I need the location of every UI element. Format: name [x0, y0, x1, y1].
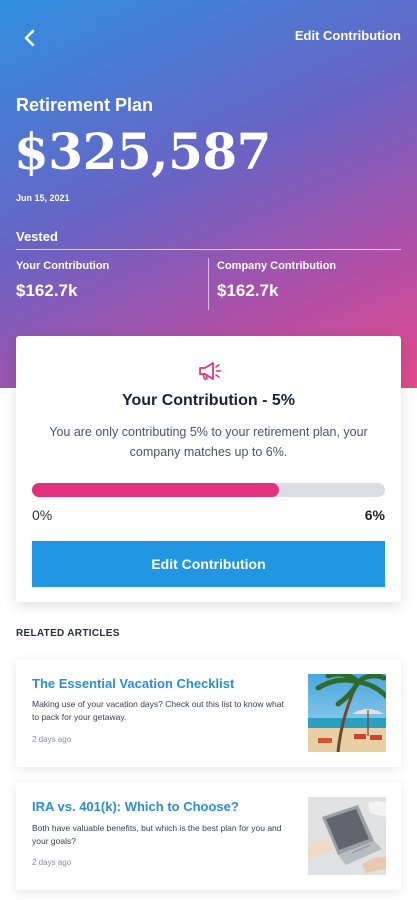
- hero-header: Edit Contribution Retirement Plan $325,5…: [0, 0, 417, 388]
- company-contribution-label: Company Contribution: [217, 260, 337, 272]
- contribution-description: You are only contributing 5% to your ret…: [49, 425, 368, 459]
- beach-image: [308, 674, 386, 752]
- article-description: Making use of your vacation days? Check …: [32, 699, 284, 722]
- back-button[interactable]: [14, 22, 46, 54]
- edit-contribution-link[interactable]: Edit Contribution: [295, 28, 401, 43]
- company-contribution-block: Company Contribution $162.7k: [217, 260, 336, 301]
- article-title[interactable]: IRA vs. 401(k): Which to Choose?: [32, 799, 292, 814]
- plan-title: Retirement Plan: [16, 95, 154, 115]
- vested-divider: [16, 249, 401, 250]
- megaphone-icon: [199, 362, 222, 380]
- your-contribution-block: Your Contribution $162.7k: [16, 260, 109, 301]
- article-description: Both have valuable benefits, but which i…: [32, 823, 282, 846]
- related-articles-title: RELATED ARTICLES: [16, 628, 120, 639]
- plan-balance: $325,587: [14, 122, 271, 181]
- your-contribution-label: Your Contribution: [16, 260, 110, 272]
- company-contribution-value: $162.7k: [217, 281, 279, 300]
- balance-date: Jun 15, 2021: [16, 193, 70, 203]
- article-title[interactable]: The Essential Vacation Checklist: [32, 676, 292, 691]
- article-card[interactable]: The Essential Vacation Checklist Making …: [16, 659, 401, 767]
- progress-max-label: 6%: [364, 507, 385, 523]
- progress-min-label: 0%: [32, 507, 53, 523]
- your-contribution-value: $162.7k: [16, 281, 78, 300]
- vested-label: Vested: [16, 229, 58, 244]
- chevron-left-icon: [24, 29, 35, 47]
- contribution-progress-fill: [32, 483, 280, 497]
- edit-contribution-button[interactable]: Edit Contribution: [32, 541, 385, 587]
- contribution-card: Your Contribution - 5% You are only cont…: [16, 336, 401, 602]
- article-timestamp: 2 days ago: [32, 735, 72, 744]
- laptop-image: [308, 797, 386, 875]
- contribution-progress-bar: [32, 483, 385, 497]
- contribution-title: Your Contribution - 5%: [121, 392, 295, 409]
- column-divider: [208, 258, 209, 310]
- article-card[interactable]: IRA vs. 401(k): Which to Choose? Both ha…: [16, 782, 401, 890]
- article-timestamp: 2 days ago: [32, 858, 72, 867]
